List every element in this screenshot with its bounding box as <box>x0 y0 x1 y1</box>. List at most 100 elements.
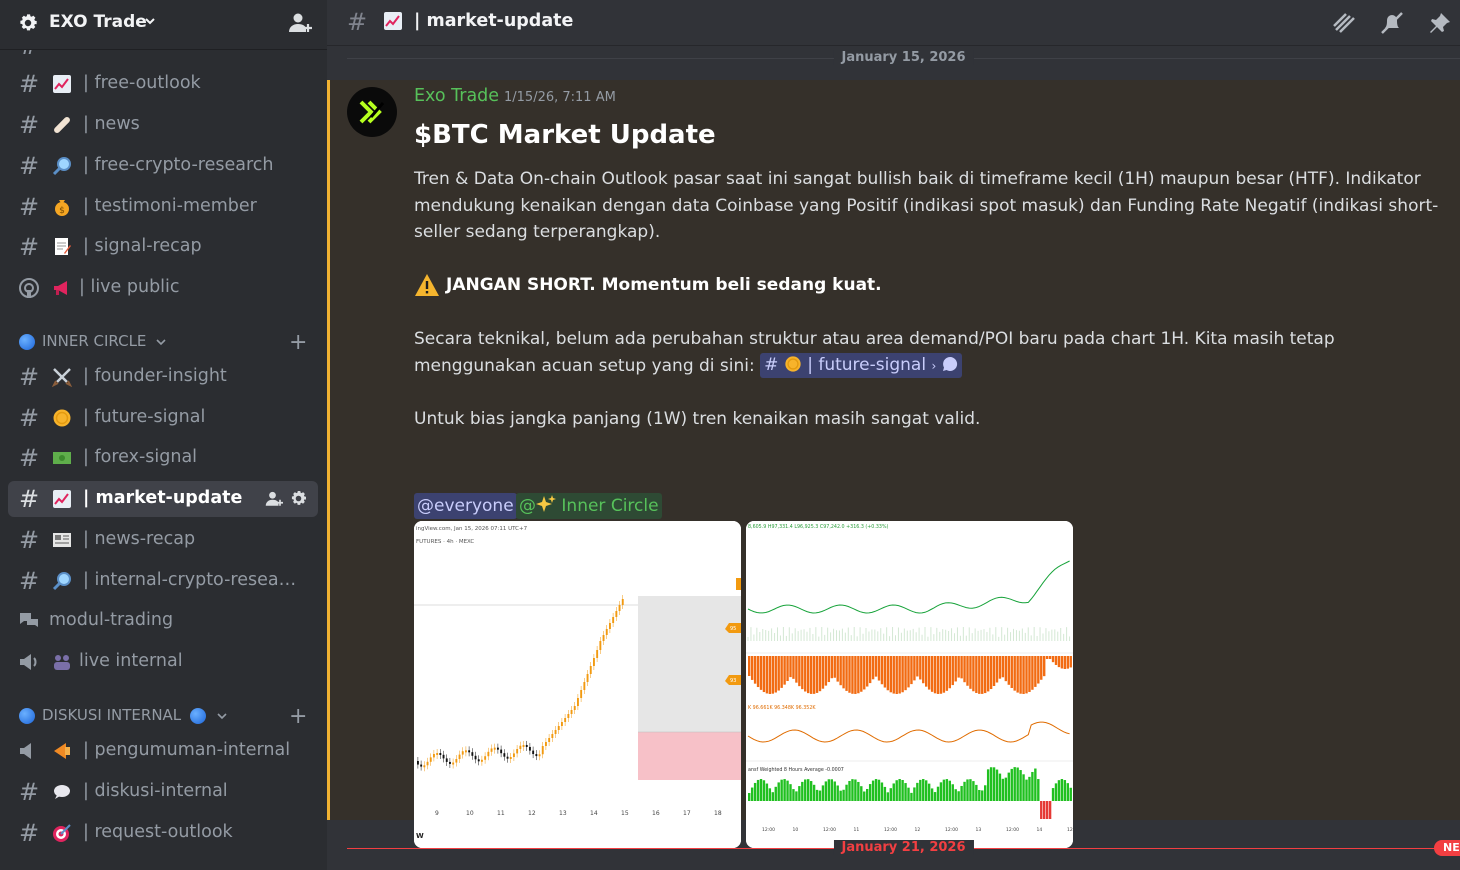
candle <box>465 750 467 753</box>
candle <box>429 757 432 762</box>
blue-circle-emoji <box>19 334 35 350</box>
magnifier-emoji <box>52 571 72 591</box>
avatar[interactable] <box>347 87 397 137</box>
channel-live-public[interactable]: | live public <box>8 270 318 306</box>
role-mention[interactable]: @ Inner Circle <box>516 493 662 519</box>
x-tick-label: 12 <box>915 827 921 833</box>
channel-request-outlook[interactable]: # | request-outlook <box>8 815 318 851</box>
attachment-image-1[interactable]: ingView.com, Jan 15, 2026 07:11 UTC+7 FU… <box>414 521 741 848</box>
channel-mention[interactable]: # | future-signal › <box>760 353 962 378</box>
candle <box>570 710 573 714</box>
x-tick-label: 12:00 <box>823 827 836 833</box>
message-paragraph: Tren & Data On-chain Outlook pasar saat … <box>414 169 1439 242</box>
everyone-mention[interactable]: @everyone <box>414 493 517 519</box>
category-diskusi-internal[interactable]: DISKUSI INTERNAL + <box>0 704 327 729</box>
candlestick-chart: ingView.com, Jan 15, 2026 07:11 UTC+7 FU… <box>414 521 741 848</box>
announcement-thread-icon <box>16 738 42 764</box>
channel-diskusi-internal[interactable]: # | diskusi-internal <box>8 774 318 810</box>
memo-emoji <box>52 237 72 257</box>
forum-icon <box>16 608 42 634</box>
gear-icon <box>20 14 37 31</box>
candle <box>586 674 589 682</box>
server-header[interactable]: EXO Trade <box>0 0 327 50</box>
mute-bell-icon[interactable] <box>1379 10 1405 36</box>
candle <box>580 690 583 698</box>
hash-icon: # <box>18 70 40 98</box>
coin-emoji <box>52 408 72 428</box>
sparkles-emoji <box>536 495 556 512</box>
channel-pengumuman-internal[interactable]: | pengumuman-internal <box>8 733 318 769</box>
x-tick-label: 12:00 <box>1006 827 1019 833</box>
warning-line: JANGAN SHORT. Momentum beli sedang kuat. <box>414 273 882 297</box>
add-channel-icon[interactable]: + <box>289 704 307 729</box>
x-tick-label: 12:00 <box>945 827 958 833</box>
author-name[interactable]: Exo Trade <box>414 86 499 106</box>
invite-user-icon[interactable] <box>287 11 313 35</box>
loudspeaker-emoji <box>52 741 72 761</box>
message-title: $BTC Market Update <box>414 120 716 150</box>
megaphone-emoji <box>52 278 72 298</box>
timestamp: 1/15/26, 7:11 AM <box>504 90 616 105</box>
channel-free-outlook[interactable]: # | free-outlook <box>8 66 318 102</box>
candle <box>554 730 557 734</box>
candle <box>593 658 595 666</box>
candle <box>420 764 423 767</box>
channel-testimoni-member[interactable]: # $ | testimoni-member <box>8 189 318 225</box>
chart-corner-label: W <box>416 832 424 840</box>
hash-thread-icon: # <box>347 8 368 36</box>
channel-forex-signal[interactable]: # | forex-signal <box>8 440 318 476</box>
stage-icon <box>16 275 42 301</box>
hash-icon: # <box>18 233 40 261</box>
channel-future-signal[interactable]: # | future-signal <box>8 400 318 436</box>
add-channel-icon[interactable]: + <box>289 330 307 355</box>
candle <box>525 744 528 747</box>
hash-icon: # <box>764 355 784 375</box>
crossed-swords-emoji <box>52 367 72 387</box>
gear-icon[interactable] <box>289 489 308 508</box>
candle <box>503 753 506 757</box>
candle <box>439 753 442 756</box>
pin-icon[interactable] <box>1427 10 1453 36</box>
candle <box>458 754 461 760</box>
x-tick-label: 12:00 <box>884 827 897 833</box>
candle <box>602 635 605 641</box>
coin-emoji <box>785 356 801 372</box>
attachment-image-2[interactable]: 8,605.9 H97,331.4 L96,925.3 C97,242.0 +3… <box>746 521 1073 848</box>
chat-bubble-icon <box>942 356 957 371</box>
date-divider: January 15, 2026 <box>347 50 1460 65</box>
candle <box>621 599 624 605</box>
onchain-indicator-chart: 8,605.9 H97,331.4 L96,925.3 C97,242.0 +3… <box>746 521 1073 848</box>
channel-title: | market-update <box>414 11 574 31</box>
channel-live-internal[interactable]: live internal <box>8 644 318 680</box>
channel-internal-crypto-research[interactable]: # | internal-crypto-resear... <box>8 563 318 599</box>
x-tick-label: 12 <box>1067 827 1073 833</box>
candle <box>449 761 451 764</box>
channel-news[interactable]: # | news <box>8 107 318 143</box>
hash-thread-icon: # <box>18 819 40 847</box>
x-tick-label: 14 <box>1037 827 1043 833</box>
candle <box>445 758 448 762</box>
server-name[interactable]: EXO Trade <box>49 12 147 32</box>
candle <box>573 706 576 710</box>
candle <box>519 745 522 750</box>
channel-modul-trading[interactable]: modul-trading <box>8 603 318 639</box>
warning-icon <box>415 274 439 296</box>
channel-free-crypto-research[interactable]: # | free-crypto-research <box>8 148 318 184</box>
channel-founder-insight[interactable]: # | founder-insight <box>8 359 318 395</box>
message[interactable]: Exo Trade 1/15/26, 7:11 AM $BTC Market U… <box>327 80 1460 848</box>
x-tick-label: 11 <box>854 827 860 833</box>
x-tick-label: 10 <box>793 827 799 833</box>
target-emoji <box>52 823 72 843</box>
invite-user-icon[interactable] <box>264 490 284 508</box>
chart2-header-1: 8,605.9 H97,331.4 L96,925.3 C97,242.0 +3… <box>748 524 889 530</box>
candle <box>506 756 509 759</box>
channel-signal-recap[interactable]: # | signal-recap <box>8 229 318 265</box>
threads-icon[interactable] <box>1331 10 1357 36</box>
candle <box>423 765 426 768</box>
channel-market-update[interactable]: # | market-update <box>8 481 318 517</box>
category-inner-circle[interactable]: INNER CIRCLE + <box>0 330 327 355</box>
new-messages-divider: January 21, 2026 <box>347 840 1460 855</box>
money-bag-emoji: $ <box>52 197 72 217</box>
chevron-down-icon[interactable] <box>144 15 156 27</box>
channel-news-recap[interactable]: # | news-recap <box>8 522 318 558</box>
